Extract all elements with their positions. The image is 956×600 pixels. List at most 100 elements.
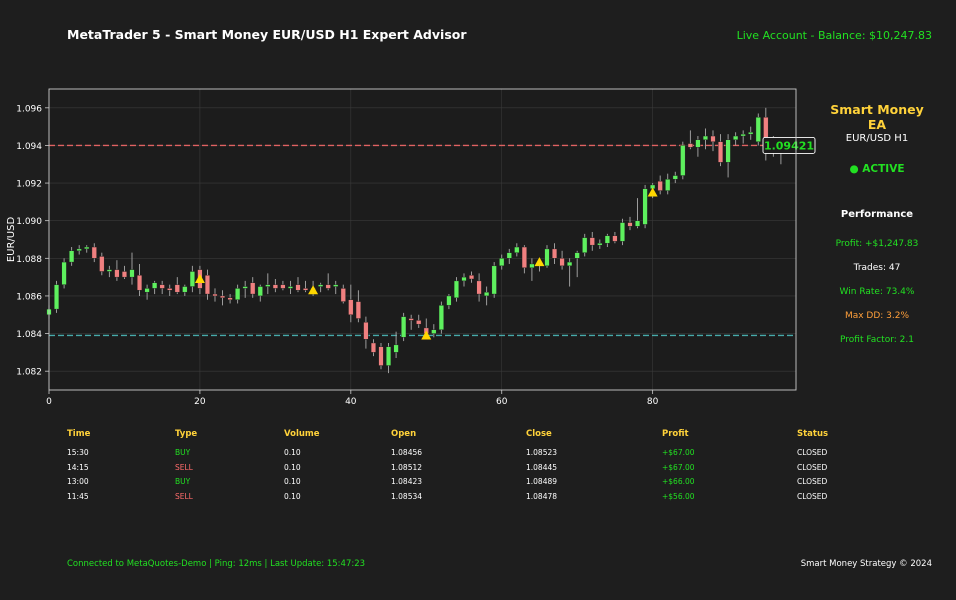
plot-area — [49, 89, 796, 390]
trade-cell-type: SELL — [175, 462, 193, 472]
candle-bear — [408, 318, 414, 321]
trade-cell-type: BUY — [175, 477, 191, 486]
candle-bear — [121, 271, 127, 278]
candle-bull — [544, 248, 550, 267]
candle-bull — [129, 269, 135, 278]
candle-bear — [710, 135, 716, 142]
stat-item: Max DD: 3.2% — [844, 311, 910, 321]
candle-bear — [227, 297, 233, 300]
candle-bull — [182, 286, 188, 293]
candle-bull — [461, 276, 467, 282]
candle-bear — [378, 346, 384, 366]
candle-bull — [695, 139, 701, 148]
trade-cell-open: 1.08456 — [391, 448, 423, 457]
col-header-status: Status — [797, 429, 829, 439]
candle-bear — [627, 222, 633, 227]
trade-cell-status: CLOSED — [797, 448, 828, 457]
candle-bear — [612, 235, 618, 242]
candle-bull — [318, 284, 324, 287]
col-header-volume: Volume — [284, 429, 320, 439]
candle-bear — [552, 248, 558, 259]
candle-bear — [370, 342, 376, 353]
candle-bull — [665, 179, 671, 191]
candle-bull — [529, 263, 535, 268]
candle-bear — [280, 284, 286, 289]
candle-bull — [438, 305, 444, 330]
candle-bear — [137, 275, 143, 291]
candle-bull — [574, 252, 580, 259]
stat-item: Trades: 47 — [853, 263, 901, 273]
y-tick-label: 1.086 — [16, 292, 42, 302]
candle-bull — [54, 284, 60, 310]
candle-bear — [340, 288, 346, 302]
candle-bull — [189, 271, 195, 287]
trade-cell-time: 14:15 — [67, 462, 89, 472]
candle-bull — [152, 282, 158, 289]
trade-cell-time: 15:30 — [67, 448, 89, 457]
candle-bear — [355, 301, 361, 319]
trade-cell-profit: +$56.00 — [662, 491, 695, 501]
price-chart: 1.09421 1.082 1.084 1.086 1.088 1.090 1.092 1.0… — [6, 88, 816, 407]
candle-bull — [740, 133, 746, 137]
candle-bear — [212, 293, 218, 297]
trade-cell-profit: +$67.00 — [662, 462, 695, 472]
candle-bull — [265, 284, 271, 287]
candle-bull — [619, 222, 625, 242]
trade-cell-open: 1.08423 — [391, 477, 423, 486]
col-header-type: Type — [175, 429, 198, 439]
col-header-open: Open — [391, 429, 417, 439]
candle-bull — [499, 258, 505, 267]
candle-bull — [242, 286, 248, 289]
candle-bull — [333, 284, 339, 287]
candle-bull — [401, 316, 407, 338]
candle-bull — [431, 329, 437, 334]
candle-bull — [106, 269, 112, 272]
candle-bull — [491, 265, 497, 295]
copyright: Smart Money Strategy © 2024 — [800, 559, 932, 569]
candle-bull — [386, 346, 392, 366]
candle-bull — [144, 288, 150, 293]
trade-cell-close: 1.08489 — [526, 477, 558, 486]
candle-bull — [506, 252, 512, 259]
candle-bull — [446, 295, 452, 306]
candle-bear — [250, 282, 256, 295]
connection-status: Connected to MetaQuotes-Demo | Ping: 12m… — [67, 559, 366, 569]
trade-cell-time: 13:00 — [67, 477, 89, 486]
stat-item: Profit: +$1,247.83 — [835, 239, 919, 249]
trade-cell-close: 1.08445 — [526, 462, 558, 472]
col-header-close: Close — [526, 429, 552, 439]
trade-cell-profit: +$67.00 — [662, 448, 695, 457]
candle-bull — [69, 250, 75, 263]
candle-bear — [114, 269, 120, 278]
candle-bear — [303, 288, 309, 291]
candle-bull — [567, 261, 573, 267]
candle-bull — [582, 237, 588, 253]
panel-title: Smart Money EA — [830, 102, 924, 132]
x-tick-label: 80 — [647, 397, 659, 407]
candle-bear — [272, 284, 278, 289]
trade-cell-status: CLOSED — [797, 477, 828, 486]
y-tick-label: 1.094 — [16, 142, 42, 152]
trade-cell-type: SELL — [175, 491, 193, 501]
candle-bull — [235, 288, 241, 300]
x-tick-label: 0 — [46, 397, 52, 407]
candle-bear — [559, 258, 565, 267]
candle-bull — [680, 145, 686, 176]
candle-bull — [84, 246, 90, 250]
candle-bear — [476, 280, 482, 295]
candle-bear — [295, 284, 301, 291]
y-tick-label: 1.084 — [16, 330, 42, 340]
trade-cell-volume: 0.10 — [284, 448, 301, 457]
trade-cell-type: BUY — [175, 448, 191, 457]
candle-bear — [469, 275, 475, 280]
candle-bull — [257, 286, 263, 297]
trade-cell-volume: 0.10 — [284, 462, 301, 472]
trade-cell-volume: 0.10 — [284, 491, 301, 501]
current-price-label: 1.09421 — [764, 139, 814, 152]
col-header-time: Time — [67, 429, 91, 439]
candle-bear — [348, 299, 354, 315]
candle-bull — [287, 286, 293, 289]
candle-bear — [521, 246, 527, 268]
trade-cell-close: 1.08523 — [526, 448, 558, 457]
trade-cell-close: 1.08478 — [526, 491, 558, 501]
